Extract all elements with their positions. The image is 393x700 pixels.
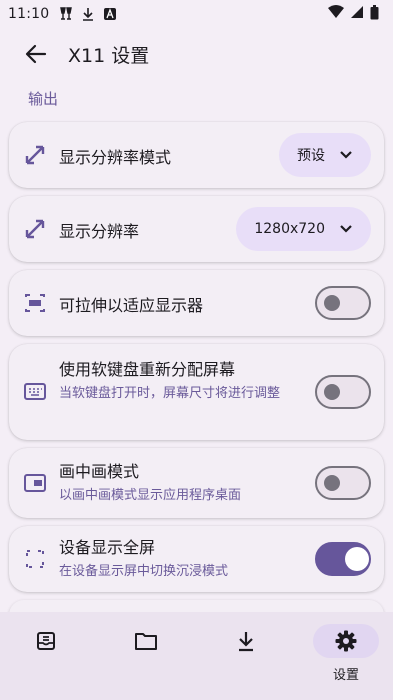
fullscreen-switch[interactable]: [315, 542, 371, 576]
gear-icon: [335, 630, 357, 652]
setting-title: 设备显示全屏: [59, 538, 156, 557]
archive-box-icon: [37, 632, 55, 650]
fit-screen-icon: [23, 291, 47, 315]
setting-subtitle: 当软键盘打开时，屏幕尺寸将进行调整: [59, 386, 281, 401]
nav-item-downloads[interactable]: [211, 624, 281, 694]
nav-item-settings[interactable]: 设置: [311, 624, 381, 694]
stretch-to-fit-switch[interactable]: [315, 286, 371, 320]
switch-knob: [324, 475, 340, 491]
chevron-down-icon: [339, 150, 353, 160]
top-app-bar: X11 设置: [0, 32, 393, 76]
switch-knob: [345, 547, 369, 571]
signal-icon: [350, 5, 364, 23]
setting-soft-keyboard-resize[interactable]: 使用软键盘重新分配屏幕 当软键盘打开时，屏幕尺寸将进行调整: [9, 344, 384, 440]
dropdown-value: 1280x720: [254, 221, 325, 237]
keyboard-icon: [23, 380, 47, 404]
setting-title: 显示分辨率模式: [59, 148, 172, 167]
status-bar: 11:10: [0, 0, 393, 28]
bottom-navigation: 设置: [0, 612, 393, 700]
setting-title: 画中画模式: [59, 462, 140, 481]
resize-arrows-icon: [23, 143, 47, 167]
wifi-icon: [328, 5, 344, 23]
dropdown-value: 预设: [297, 148, 325, 164]
download-icon: [239, 632, 253, 652]
arrow-back-icon: [25, 44, 47, 64]
setting-subtitle: 在设备显示屏中切换沉浸模式: [59, 564, 229, 579]
picture-in-picture-switch[interactable]: [315, 466, 371, 500]
switch-knob: [324, 295, 340, 311]
page-title: X11 设置: [68, 44, 150, 67]
setting-stretch-to-fit[interactable]: 可拉伸以适应显示器: [9, 270, 384, 336]
nav-label: 设置: [332, 668, 359, 683]
setting-subtitle: 以画中画模式显示应用程序桌面: [59, 488, 242, 503]
resolution-dropdown[interactable]: 1280x720: [236, 207, 371, 251]
soft-keyboard-resize-switch[interactable]: [315, 375, 371, 409]
setting-title: 显示分辨率: [59, 222, 140, 241]
text-a-icon: [103, 7, 117, 21]
fullscreen-icon: [23, 547, 47, 571]
back-button[interactable]: [14, 32, 58, 76]
switch-knob: [324, 384, 340, 400]
setting-resolution-mode[interactable]: 显示分辨率模式 预设: [9, 122, 384, 188]
status-time: 11:10: [8, 6, 50, 22]
resolution-mode-dropdown[interactable]: 预设: [279, 133, 371, 177]
setting-title: 使用软键盘重新分配屏幕: [59, 360, 236, 379]
setting-fullscreen[interactable]: 设备显示全屏 在设备显示屏中切换沉浸模式: [9, 526, 384, 592]
battery-icon: [370, 4, 379, 24]
picture-in-picture-icon: [23, 471, 47, 495]
setting-title: 可拉伸以适应显示器: [59, 296, 204, 315]
chevron-down-icon: [339, 224, 353, 234]
folder-icon: [135, 633, 157, 650]
setting-picture-in-picture[interactable]: 画中画模式 以画中画模式显示应用程序桌面: [9, 448, 384, 518]
nav-item-archive[interactable]: [11, 624, 81, 694]
nav-item-files[interactable]: [111, 624, 181, 694]
download-icon: [81, 7, 95, 21]
section-label-output: 输出: [28, 90, 59, 108]
resize-arrows-icon: [23, 217, 47, 241]
cheers-icon: [59, 7, 73, 21]
setting-resolution[interactable]: 显示分辨率 1280x720: [9, 196, 384, 262]
